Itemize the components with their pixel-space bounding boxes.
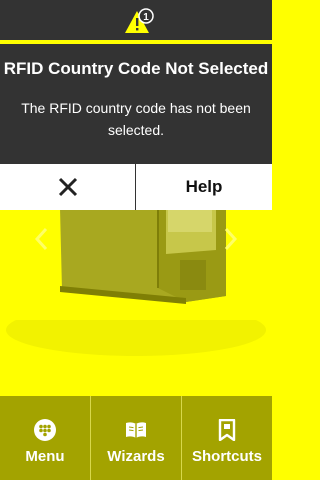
- chevron-left-icon[interactable]: [34, 226, 50, 252]
- wizards-label: Wizards: [107, 448, 165, 465]
- shortcuts-label: Shortcuts: [191, 448, 262, 465]
- menu-icon: [34, 419, 56, 441]
- printer-image: [60, 210, 226, 304]
- alert-title: RFID Country Code Not Selected: [3, 59, 269, 78]
- close-button[interactable]: [0, 164, 135, 210]
- bookmark-icon: [218, 419, 236, 441]
- menu-button[interactable]: Menu: [0, 396, 90, 480]
- menu-label: Menu: [25, 448, 65, 465]
- bottom-nav: Menu Wizards Shortcuts: [0, 396, 272, 480]
- help-button[interactable]: Help: [136, 164, 272, 210]
- home-carousel: [0, 210, 272, 396]
- alert-count: 1: [143, 12, 149, 23]
- alert-panel: RFID Country Code Not Selected The RFID …: [0, 44, 272, 164]
- printer-shadow: [6, 320, 266, 356]
- status-bar: 1: [0, 0, 272, 40]
- wizards-button[interactable]: Wizards: [91, 396, 181, 480]
- chevron-right-icon[interactable]: [222, 226, 238, 252]
- action-row: Help: [0, 164, 272, 211]
- alert-message: The RFID country code has not been selec…: [21, 100, 251, 138]
- shortcuts-button[interactable]: Shortcuts: [182, 396, 272, 480]
- warning-icon[interactable]: 1: [124, 7, 154, 37]
- close-icon: [58, 177, 77, 197]
- book-icon: [126, 422, 146, 438]
